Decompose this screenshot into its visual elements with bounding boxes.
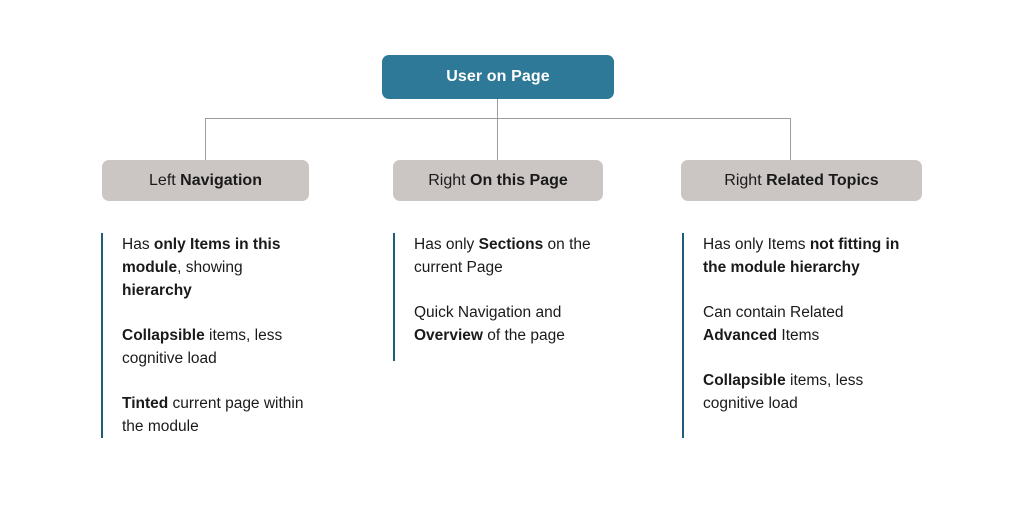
detail-column-right-on-this-page: Has only Sections on the current Page Qu… xyxy=(393,233,598,361)
diagram-canvas: User on Page Left Navigation Right On th… xyxy=(0,0,1024,513)
root-node-label: User on Page xyxy=(446,68,550,85)
detail-point: Quick Navigation and Overview of the pag… xyxy=(414,304,565,344)
detail-point: Has only Items in this module, showing h… xyxy=(122,236,281,299)
branch-node-left-navigation: Left Navigation xyxy=(102,160,309,201)
detail-column-left-navigation: Has only Items in this module, showing h… xyxy=(101,233,316,438)
detail-point: Can contain Related Advanced Items xyxy=(703,304,844,344)
branch-label-emphasis: On this Page xyxy=(470,171,568,189)
detail-column-right-related-topics: Has only Items not fitting in the module… xyxy=(682,233,912,438)
connector-drop-left xyxy=(205,118,206,160)
detail-point: Has only Items not fitting in the module… xyxy=(703,236,900,276)
branch-label-lead: Right xyxy=(724,171,767,189)
detail-point: Collapsible items, less cognitive load xyxy=(122,327,283,367)
column-accent-bar xyxy=(393,233,395,361)
detail-point: Collapsible items, less cognitive load xyxy=(703,372,864,412)
branch-label-lead: Right xyxy=(428,171,470,189)
branch-label-emphasis: Related Topics xyxy=(766,171,879,189)
branch-node-right-related-topics: Right Related Topics xyxy=(681,160,922,201)
connector-horizontal-bar xyxy=(205,118,791,119)
branch-node-label: Right Related Topics xyxy=(724,172,878,190)
column-accent-bar xyxy=(101,233,103,438)
branch-node-right-on-this-page: Right On this Page xyxy=(393,160,603,201)
connector-drop-right xyxy=(790,118,791,160)
connector-drop-center xyxy=(497,118,498,160)
branch-label-emphasis: Navigation xyxy=(180,171,262,189)
branch-node-label: Left Navigation xyxy=(149,172,262,190)
column-accent-bar xyxy=(682,233,684,438)
root-node-user-on-page: User on Page xyxy=(382,55,614,99)
detail-point: Has only Sections on the current Page xyxy=(414,236,591,276)
branch-node-label: Right On this Page xyxy=(428,172,568,190)
branch-label-lead: Left xyxy=(149,171,181,189)
detail-point: Tinted current page within the module xyxy=(122,395,304,435)
